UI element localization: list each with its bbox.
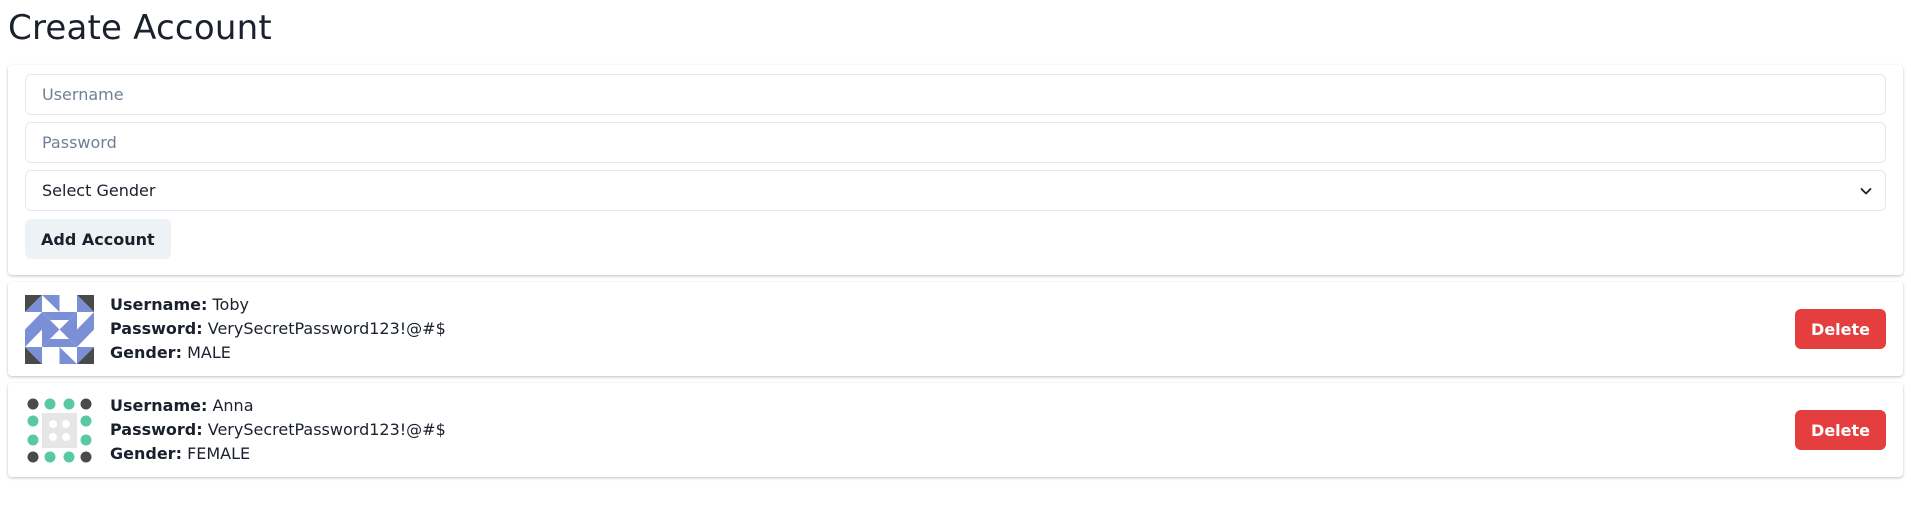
password-row: Password: VerySecretPassword123!@#$ <box>110 317 1795 341</box>
delete-account-button[interactable]: Delete <box>1795 309 1886 349</box>
add-account-button[interactable]: Add Account <box>25 219 171 259</box>
username-value: Toby <box>212 295 249 314</box>
username-input[interactable] <box>25 74 1886 115</box>
gender-row: Gender: MALE <box>110 341 1795 365</box>
password-value: VerySecretPassword123!@#$ <box>207 319 446 338</box>
account-card: Username: Toby Password: VerySecretPassw… <box>8 282 1903 376</box>
page: Create Account Select Gender Add Account <box>0 0 1911 508</box>
gender-select-wrapper: Select Gender <box>25 170 1886 211</box>
password-row: Password: VerySecretPassword123!@#$ <box>110 418 1795 442</box>
account-info: Username: Toby Password: VerySecretPassw… <box>110 293 1795 365</box>
gender-label: Gender: <box>110 343 182 362</box>
password-input[interactable] <box>25 122 1886 163</box>
password-label: Password: <box>110 420 203 439</box>
identicon-green-dots-icon <box>27 398 92 462</box>
create-account-form: Select Gender Add Account <box>8 65 1903 275</box>
gender-row: Gender: FEMALE <box>110 442 1795 466</box>
username-value: Anna <box>212 396 254 415</box>
gender-value: MALE <box>187 343 231 362</box>
gender-label: Gender: <box>110 444 182 463</box>
delete-account-button[interactable]: Delete <box>1795 410 1886 450</box>
username-label: Username: <box>110 295 208 314</box>
username-label: Username: <box>110 396 208 415</box>
page-title: Create Account <box>8 8 272 48</box>
identicon-blue-pinwheel-icon <box>25 294 94 364</box>
account-card: Username: Anna Password: VerySecretPassw… <box>8 383 1903 477</box>
password-label: Password: <box>110 319 203 338</box>
username-row: Username: Anna <box>110 394 1795 418</box>
gender-select[interactable]: Select Gender <box>25 170 1886 211</box>
account-info: Username: Anna Password: VerySecretPassw… <box>110 394 1795 466</box>
password-value: VerySecretPassword123!@#$ <box>207 420 446 439</box>
username-row: Username: Toby <box>110 293 1795 317</box>
gender-value: FEMALE <box>187 444 251 463</box>
